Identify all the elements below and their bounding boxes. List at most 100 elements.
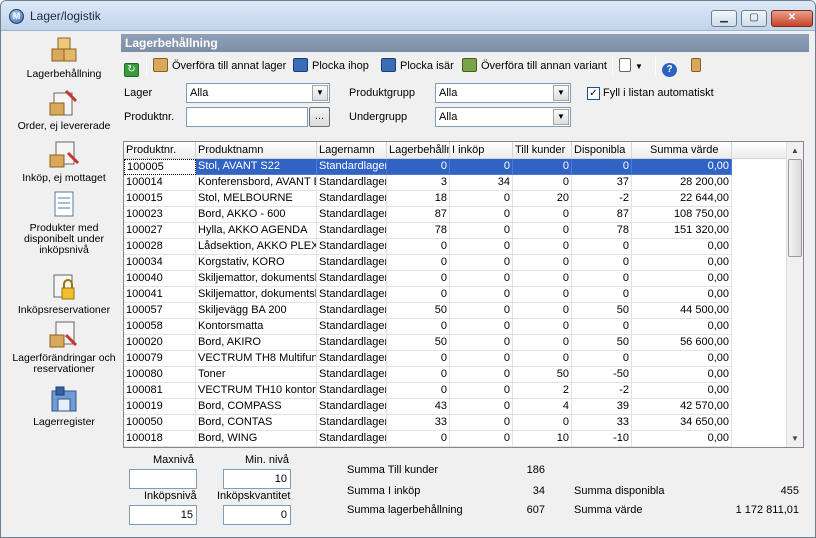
table-cell[interactable]: 0 [572, 271, 632, 287]
table-cell[interactable]: 0 [513, 287, 572, 303]
table-cell[interactable]: 0 [450, 207, 513, 223]
table-cell[interactable]: 100058 [124, 319, 196, 335]
table-cell[interactable]: 0,00 [632, 351, 732, 367]
table-cell[interactable]: 33 [387, 415, 450, 431]
table-cell[interactable]: 78 [387, 223, 450, 239]
table-cell[interactable]: 0 [387, 287, 450, 303]
table-row[interactable]: 100034 Korgstativ, KORO Standardlager 0 0 0 0 0… [124, 255, 786, 271]
table-cell[interactable]: 0 [513, 319, 572, 335]
produktnr-input[interactable] [186, 107, 308, 127]
table-cell[interactable]: 0 [450, 239, 513, 255]
pick-together-button[interactable]: Plocka ihop [293, 57, 369, 75]
table-cell[interactable]: Skiljevägg BA 200 [196, 303, 317, 319]
maximize-button[interactable]: ▢ [741, 10, 767, 27]
table-cell[interactable]: -2 [572, 191, 632, 207]
table-cell[interactable]: 34 650,00 [632, 415, 732, 431]
table-cell[interactable]: 2 [513, 383, 572, 399]
table-cell[interactable]: Standardlager [317, 415, 387, 431]
sidebar-item-order[interactable]: Order, ej levererade [9, 87, 119, 132]
table-cell[interactable]: 0 [387, 271, 450, 287]
table-cell[interactable]: Standardlager [317, 191, 387, 207]
table-cell[interactable]: 0 [450, 271, 513, 287]
table-cell[interactable]: 100040 [124, 271, 196, 287]
inkopskvantitet-input[interactable]: 0 [223, 505, 291, 525]
minimize-button[interactable]: ▁ [711, 10, 737, 27]
table-row[interactable]: 100015 Stol, MELBOURNE Standardlager 18 0 20-… [124, 191, 786, 207]
table-cell[interactable]: Konferensbord, AVANT E [196, 175, 317, 191]
lager-select[interactable]: Alla ▼ [186, 83, 330, 103]
table-cell[interactable]: 50 [387, 303, 450, 319]
table-cell[interactable]: 100014 [124, 175, 196, 191]
transfer-variant-button[interactable]: Överföra till annan variant [462, 57, 607, 75]
table-cell[interactable]: 22 644,00 [632, 191, 732, 207]
table-cell[interactable]: 0 [572, 351, 632, 367]
table-row[interactable]: 100041 Skiljemattor, dokumentsk Standardla… [124, 287, 786, 303]
table-cell[interactable]: 100050 [124, 415, 196, 431]
table-cell[interactable]: 39 [572, 399, 632, 415]
table-cell[interactable]: 50 [572, 303, 632, 319]
table-cell[interactable]: 0 [450, 319, 513, 335]
table-cell[interactable]: Standardlager [317, 223, 387, 239]
table-cell[interactable]: 0 [387, 431, 450, 447]
table-cell[interactable]: 0 [387, 383, 450, 399]
table-row[interactable]: 100023 Bord, AKKO - 600 Standardlager 87 0 0 8… [124, 207, 786, 223]
table-cell[interactable]: 100027 [124, 223, 196, 239]
table-row[interactable]: 100027 Hylla, AKKO AGENDA Standardlager 78 0… [124, 223, 786, 239]
table-cell[interactable]: 0 [572, 239, 632, 255]
browse-button[interactable]: ... [309, 107, 330, 127]
pick-apart-button[interactable]: Plocka isär [381, 57, 454, 75]
table-cell[interactable]: Standardlager [317, 271, 387, 287]
scroll-down-icon[interactable]: ▼ [787, 430, 803, 447]
table-cell[interactable]: Kontorsmatta [196, 319, 317, 335]
table-cell[interactable]: 0 [572, 159, 632, 175]
table-cell[interactable]: 78 [572, 223, 632, 239]
table-cell[interactable]: Standardlager [317, 383, 387, 399]
exit-button[interactable] [691, 57, 701, 75]
table-cell[interactable]: 0,00 [632, 255, 732, 271]
close-button[interactable]: ✕ [771, 10, 813, 27]
table-cell[interactable]: Bord, WING [196, 431, 317, 447]
table-cell[interactable]: VECTRUM TH8 Multifun [196, 351, 317, 367]
table-cell[interactable]: 100041 [124, 287, 196, 303]
table-cell[interactable]: 0,00 [632, 159, 732, 175]
table-row[interactable]: 100018 Bord, WING Standardlager 0 0 10 -10 0,00 [124, 431, 786, 447]
table-cell[interactable]: Standardlager [317, 367, 387, 383]
table-cell[interactable]: Standardlager [317, 255, 387, 271]
title-bar[interactable]: M Lager/logistik ▁ ▢ ✕ [1, 1, 815, 31]
table-cell[interactable]: Stol, AVANT S22 [196, 159, 317, 175]
table-cell[interactable]: 50 [513, 367, 572, 383]
transfer-warehouse-button[interactable]: Överföra till annat lager [153, 57, 286, 75]
table-cell[interactable]: Korgstativ, KORO [196, 255, 317, 271]
table-cell[interactable]: 0 [572, 287, 632, 303]
table-cell[interactable]: Skiljemattor, dokumentsk [196, 271, 317, 287]
table-cell[interactable]: 0 [513, 223, 572, 239]
table-cell[interactable]: 100028 [124, 239, 196, 255]
table-cell[interactable]: 87 [572, 207, 632, 223]
table-cell[interactable]: Standardlager [317, 319, 387, 335]
table-cell[interactable]: 0 [450, 223, 513, 239]
table-cell[interactable]: 0 [513, 335, 572, 351]
column-header[interactable]: Disponibla [572, 142, 632, 159]
column-header[interactable]: Produktnamn [196, 142, 317, 159]
table-cell[interactable]: 0 [387, 319, 450, 335]
table-cell[interactable]: 44 500,00 [632, 303, 732, 319]
column-header[interactable]: Produktnr. [124, 142, 196, 159]
table-row[interactable]: 100014 Konferensbord, AVANT E Standardlage… [124, 175, 786, 191]
table-cell[interactable]: Standardlager [317, 303, 387, 319]
table-cell[interactable]: 0 [450, 399, 513, 415]
table-cell[interactable]: Standardlager [317, 431, 387, 447]
table-cell[interactable]: 100018 [124, 431, 196, 447]
table-cell[interactable]: 0 [450, 351, 513, 367]
table-cell[interactable]: 0 [513, 303, 572, 319]
column-header[interactable]: Till kunder [513, 142, 572, 159]
column-header[interactable]: I inköp [450, 142, 513, 159]
table-cell[interactable]: Bord, COMPASS [196, 399, 317, 415]
table-cell[interactable]: 0 [572, 255, 632, 271]
table-cell[interactable]: Lådsektion, AKKO PLEX [196, 239, 317, 255]
sidebar-item-disponibelt[interactable]: Produkter med disponibelt under inköpsni… [9, 189, 119, 256]
column-header[interactable]: Summa värde [632, 142, 732, 159]
table-cell[interactable]: -2 [572, 383, 632, 399]
table-cell[interactable]: Standardlager [317, 287, 387, 303]
minniva-input[interactable]: 10 [223, 469, 291, 489]
table-cell[interactable]: Toner [196, 367, 317, 383]
